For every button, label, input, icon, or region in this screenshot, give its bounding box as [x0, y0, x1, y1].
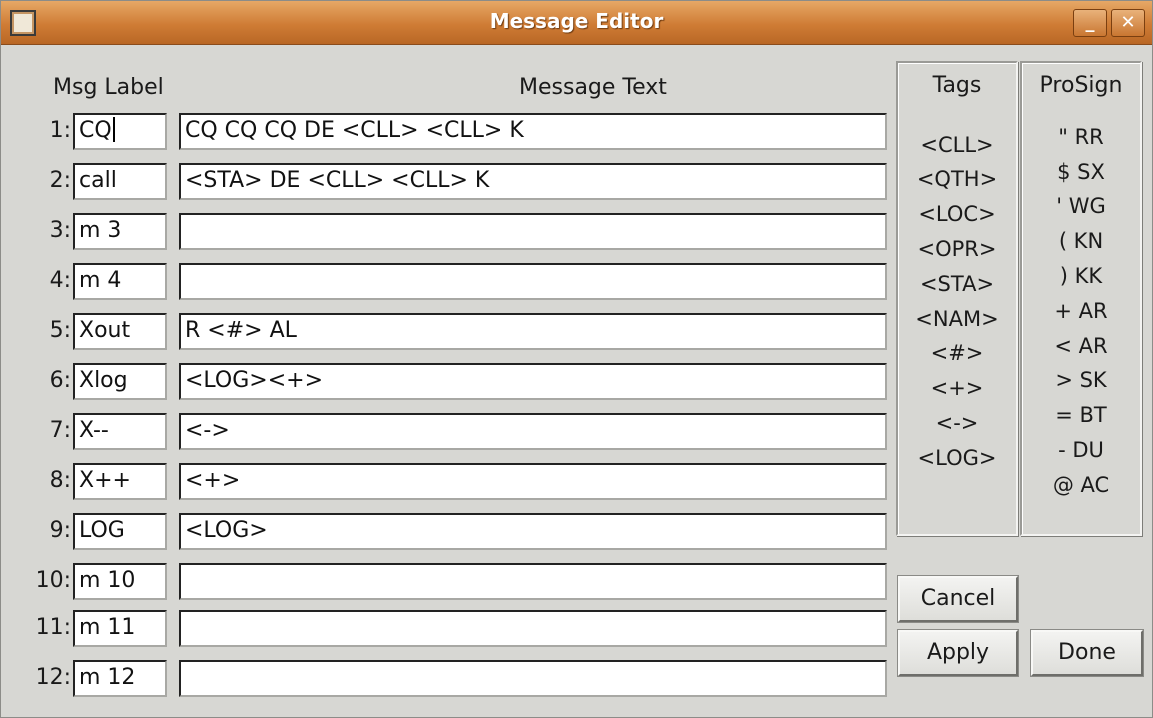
tag-item[interactable]: <QTH> [898, 167, 1016, 191]
window-title: Message Editor [489, 9, 664, 33]
msg-label-field-3[interactable]: m 3 [73, 213, 167, 250]
tag-item[interactable]: <LOG> [898, 446, 1016, 470]
message-text-field-5[interactable]: R <#> AL [179, 313, 887, 350]
row-number: 1: [49, 118, 71, 143]
message-text-field-4[interactable] [179, 263, 887, 300]
msg-label-field-9[interactable]: LOG [73, 513, 167, 550]
tags-title: Tags [932, 73, 982, 98]
row-number: 10: [35, 568, 71, 593]
cancel-button[interactable]: Cancel [897, 575, 1019, 623]
msg-label-field-7[interactable]: X-- [73, 413, 167, 450]
row-number: 8: [49, 468, 71, 493]
prosign-title: ProSign [1039, 73, 1123, 98]
row-number: 2: [49, 168, 71, 193]
prosign-item[interactable]: - DU [1022, 438, 1140, 462]
prosign-item[interactable]: $ SX [1022, 160, 1140, 184]
close-button[interactable]: ✕ [1111, 9, 1145, 37]
title-bar[interactable]: Message Editor _ ✕ [1, 1, 1152, 45]
msg-label-value: CQ [79, 118, 112, 143]
message-editor-window: Message Editor _ ✕ Msg Label Message Tex… [0, 0, 1153, 718]
msg-label-field-11[interactable]: m 11 [73, 610, 167, 647]
prosign-item[interactable]: " RR [1022, 125, 1140, 149]
message-text-field-3[interactable] [179, 213, 887, 250]
prosign-item[interactable]: < AR [1022, 334, 1140, 358]
msg-label-field-4[interactable]: m 4 [73, 263, 167, 300]
tag-item[interactable]: <NAM> [898, 307, 1016, 331]
prosign-item[interactable]: ( KN [1022, 229, 1140, 253]
tag-item[interactable]: <+> [898, 376, 1016, 400]
tag-item[interactable]: <#> [898, 341, 1016, 365]
row-number: 6: [49, 368, 71, 393]
minimize-button[interactable]: _ [1073, 9, 1107, 37]
message-text-field-9[interactable]: <LOG> [179, 513, 887, 550]
msg-label-field-2[interactable]: call [73, 163, 167, 200]
prosign-item[interactable]: ) KK [1022, 264, 1140, 288]
message-text-field-12[interactable] [179, 660, 887, 697]
apply-button[interactable]: Apply [897, 629, 1019, 677]
row-number: 3: [49, 218, 71, 243]
tag-item[interactable]: <-> [898, 411, 1016, 435]
message-text-field-8[interactable]: <+> [179, 463, 887, 500]
done-button[interactable]: Done [1030, 629, 1144, 677]
message-text-header: Message Text [519, 75, 667, 100]
msg-label-field-1[interactable]: CQ [73, 113, 167, 150]
prosign-item[interactable]: @ AC [1022, 473, 1140, 497]
msg-label-field-12[interactable]: m 12 [73, 660, 167, 697]
message-text-field-2[interactable]: <STA> DE <CLL> <CLL> K [179, 163, 887, 200]
row-number: 9: [49, 518, 71, 543]
row-number: 5: [49, 318, 71, 343]
row-number: 11: [35, 615, 71, 640]
message-text-field-10[interactable] [179, 563, 887, 600]
tag-item[interactable]: <LOC> [898, 202, 1016, 226]
msg-label-field-10[interactable]: m 10 [73, 563, 167, 600]
tag-item[interactable]: <CLL> [898, 133, 1016, 157]
prosign-panel: ProSign " RR $ SX ' WG ( KN ) KK + AR < … [1020, 61, 1142, 536]
row-number: 12: [35, 665, 71, 690]
close-icon: ✕ [1120, 12, 1136, 33]
minimize-icon: _ [1085, 12, 1095, 33]
prosign-item[interactable]: = BT [1022, 403, 1140, 427]
message-text-field-1[interactable]: CQ CQ CQ DE <CLL> <CLL> K [179, 113, 887, 150]
tag-item[interactable]: <STA> [898, 272, 1016, 296]
tag-item[interactable]: <OPR> [898, 237, 1016, 261]
prosign-item[interactable]: > SK [1022, 368, 1140, 392]
msg-label-header: Msg Label [53, 75, 164, 100]
prosign-item[interactable]: ' WG [1022, 194, 1140, 218]
msg-label-field-8[interactable]: X++ [73, 463, 167, 500]
msg-label-field-5[interactable]: Xout [73, 313, 167, 350]
message-text-field-11[interactable] [179, 610, 887, 647]
prosign-item[interactable]: + AR [1022, 299, 1140, 323]
text-caret [112, 117, 115, 142]
tags-panel: Tags <CLL> <QTH> <LOC> <OPR> <STA> <NAM>… [896, 61, 1018, 536]
message-text-field-7[interactable]: <-> [179, 413, 887, 450]
msg-label-field-6[interactable]: Xlog [73, 363, 167, 400]
message-text-field-6[interactable]: <LOG><+> [179, 363, 887, 400]
row-number: 7: [49, 418, 71, 443]
row-number: 4: [49, 268, 71, 293]
